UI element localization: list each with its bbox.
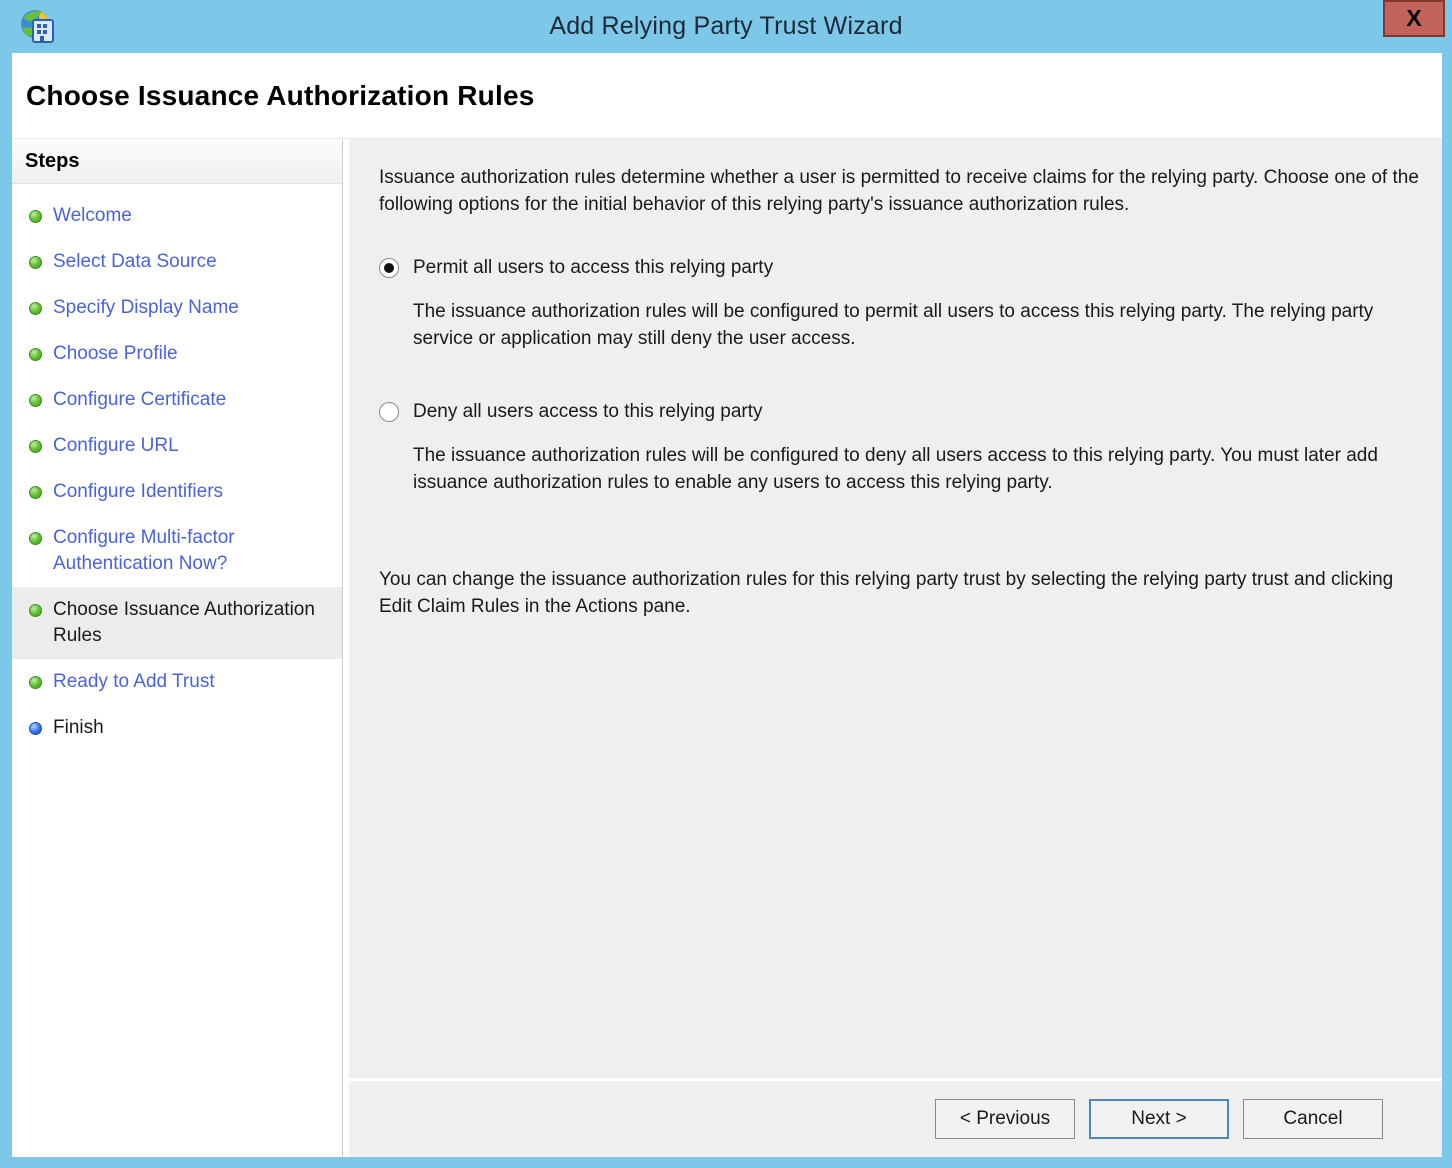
intro-text: Issuance authorization rules determine w… [379,167,1419,215]
step-bullet-icon [29,210,42,223]
sidebar-step[interactable]: Welcome [12,193,342,239]
step-bullet-icon [29,394,42,407]
sidebar-step[interactable]: Select Data Source [12,239,342,285]
steps-sidebar: Steps Welcome Select Data Source Specify… [12,139,343,1157]
sidebar-step[interactable]: Specify Display Name [12,285,342,331]
step-label: Configure Identifiers [53,481,224,502]
step-label: Finish [53,717,104,738]
step-bullet-icon [29,302,42,315]
step-bullet-icon [29,676,42,689]
step-label: Select Data Source [53,251,217,272]
step-label: Ready to Add Trust [53,671,215,692]
content-main: Issuance authorization rules determine w… [349,139,1442,1078]
steps-heading: Steps [12,139,342,184]
step-label: Welcome [53,205,132,226]
radio-dot-icon [384,262,394,273]
step-label: Choose Issuance Authorization Rules [53,599,315,646]
step-bullet-icon [29,532,42,545]
step-bullet-icon [29,256,42,269]
sidebar-step[interactable]: Ready to Add Trust [12,659,342,705]
note-text: You can change the issuance authorizatio… [379,569,1394,617]
sidebar-step: Finish [12,705,342,751]
step-bullet-icon [29,348,42,361]
adfs-app-icon [18,7,58,47]
sidebar-step[interactable]: Choose Profile [12,331,342,377]
radio-button[interactable] [379,257,399,278]
step-bullet-icon [29,722,42,735]
step-label: Specify Display Name [53,297,239,318]
radio-description: The issuance authorization rules will be… [413,301,1374,349]
step-bullet-icon [29,440,42,453]
steps-list: Welcome Select Data Source Specify Displ… [12,184,342,751]
page-title: Choose Issuance Authorization Rules [26,79,535,111]
radio-option: Deny all users access to this relying pa… [379,398,1420,496]
previous-button[interactable]: < Previous [935,1099,1075,1139]
wizard-window: Add Relying Party Trust Wizard X Choose … [0,0,1452,1168]
step-bullet-icon [29,486,42,499]
next-button[interactable]: Next > [1089,1099,1229,1139]
radio-description: The issuance authorization rules will be… [413,445,1378,493]
radio-label: Deny all users access to this relying pa… [413,401,763,422]
sidebar-step[interactable]: Choose Issuance Authorization Rules [12,587,342,659]
close-button[interactable]: X [1383,0,1445,37]
page-header: Choose Issuance Authorization Rules [12,53,1442,139]
wizard-frame: Choose Issuance Authorization Rules Step… [12,53,1442,1157]
sidebar-step[interactable]: Configure URL [12,423,342,469]
step-bullet-icon [29,604,42,617]
radio-button[interactable] [379,401,399,422]
radio-row[interactable]: Permit all users to access this relying … [379,254,1420,281]
sidebar-step[interactable]: Configure Certificate [12,377,342,423]
step-label: Configure Multi-factor Authentication No… [53,527,235,574]
step-label: Configure Certificate [53,389,227,410]
radio-row[interactable]: Deny all users access to this relying pa… [379,398,1420,425]
step-label: Choose Profile [53,343,178,364]
radio-option: Permit all users to access this relying … [379,254,1420,352]
titlebar: Add Relying Party Trust Wizard X [0,0,1452,53]
radio-label: Permit all users to access this relying … [413,257,774,278]
window-title: Add Relying Party Trust Wizard [549,12,903,40]
options-group: Permit all users to access this relying … [379,254,1420,496]
button-bar: < Previous Next > Cancel [349,1078,1442,1157]
cancel-button[interactable]: Cancel [1243,1099,1383,1139]
content-panel: Issuance authorization rules determine w… [349,139,1442,1157]
sidebar-step[interactable]: Configure Identifiers [12,469,342,515]
sidebar-step[interactable]: Configure Multi-factor Authentication No… [12,515,342,587]
wizard-body: Steps Welcome Select Data Source Specify… [12,139,1442,1157]
step-label: Configure URL [53,435,179,456]
